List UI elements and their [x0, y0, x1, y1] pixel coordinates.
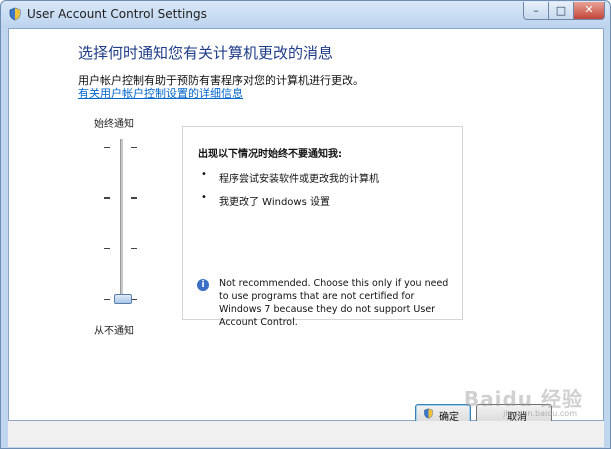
page-heading: 选择何时通知您有关计算机更改的消息	[78, 44, 334, 62]
shield-icon	[9, 7, 21, 21]
close-button[interactable]: ✕	[573, 2, 605, 20]
minimize-button[interactable]: –	[523, 2, 549, 20]
slider-tick	[104, 147, 110, 148]
slider-tick	[131, 248, 137, 249]
window-footer	[8, 421, 604, 447]
bullet-icon: •	[201, 169, 207, 180]
slider-tick	[131, 197, 137, 199]
slider-tick	[131, 147, 137, 148]
shield-icon	[424, 408, 433, 419]
slider-track[interactable]	[120, 139, 123, 301]
uac-window: User Account Control Settings – □ ✕ 选择何时…	[0, 0, 611, 449]
slider-bottom-label: 从不通知	[94, 326, 134, 337]
title-bar[interactable]: User Account Control Settings – □ ✕	[1, 1, 610, 28]
slider-tick	[104, 248, 110, 249]
window-title: User Account Control Settings	[27, 7, 207, 21]
bullet-item: 程序尝试安装软件或更改我的计算机	[219, 174, 379, 185]
maximize-icon: □	[555, 4, 567, 17]
info-icon: i	[197, 279, 209, 291]
bullet-icon: •	[201, 192, 207, 203]
content-area: 选择何时通知您有关计算机更改的消息 用户帐户控制有助于预防有害程序对您的计算机进…	[8, 28, 604, 423]
bullet-item: 我更改了 Windows 设置	[219, 197, 330, 208]
minimize-icon: –	[533, 4, 539, 17]
maximize-button[interactable]: □	[548, 2, 574, 20]
slider-tick	[104, 299, 110, 300]
panel-title: 出现以下情况时始终不要通知我:	[198, 149, 342, 160]
setting-description-panel: 出现以下情况时始终不要通知我: • 程序尝试安装软件或更改我的计算机 • 我更改…	[182, 126, 463, 328]
watermark-url: jingyan.baidu.com	[503, 409, 577, 418]
watermark-logo: Baidu 经验	[463, 387, 583, 411]
slider-thumb[interactable]	[114, 294, 132, 304]
slider-tick	[104, 197, 110, 199]
recommendation-note: Not recommended. Choose this only if you…	[219, 278, 449, 328]
slider-top-label: 始终通知	[94, 119, 134, 130]
close-icon: ✕	[584, 3, 594, 16]
uac-details-link[interactable]: 有关用户帐户控制设置的详细信息	[78, 85, 243, 101]
